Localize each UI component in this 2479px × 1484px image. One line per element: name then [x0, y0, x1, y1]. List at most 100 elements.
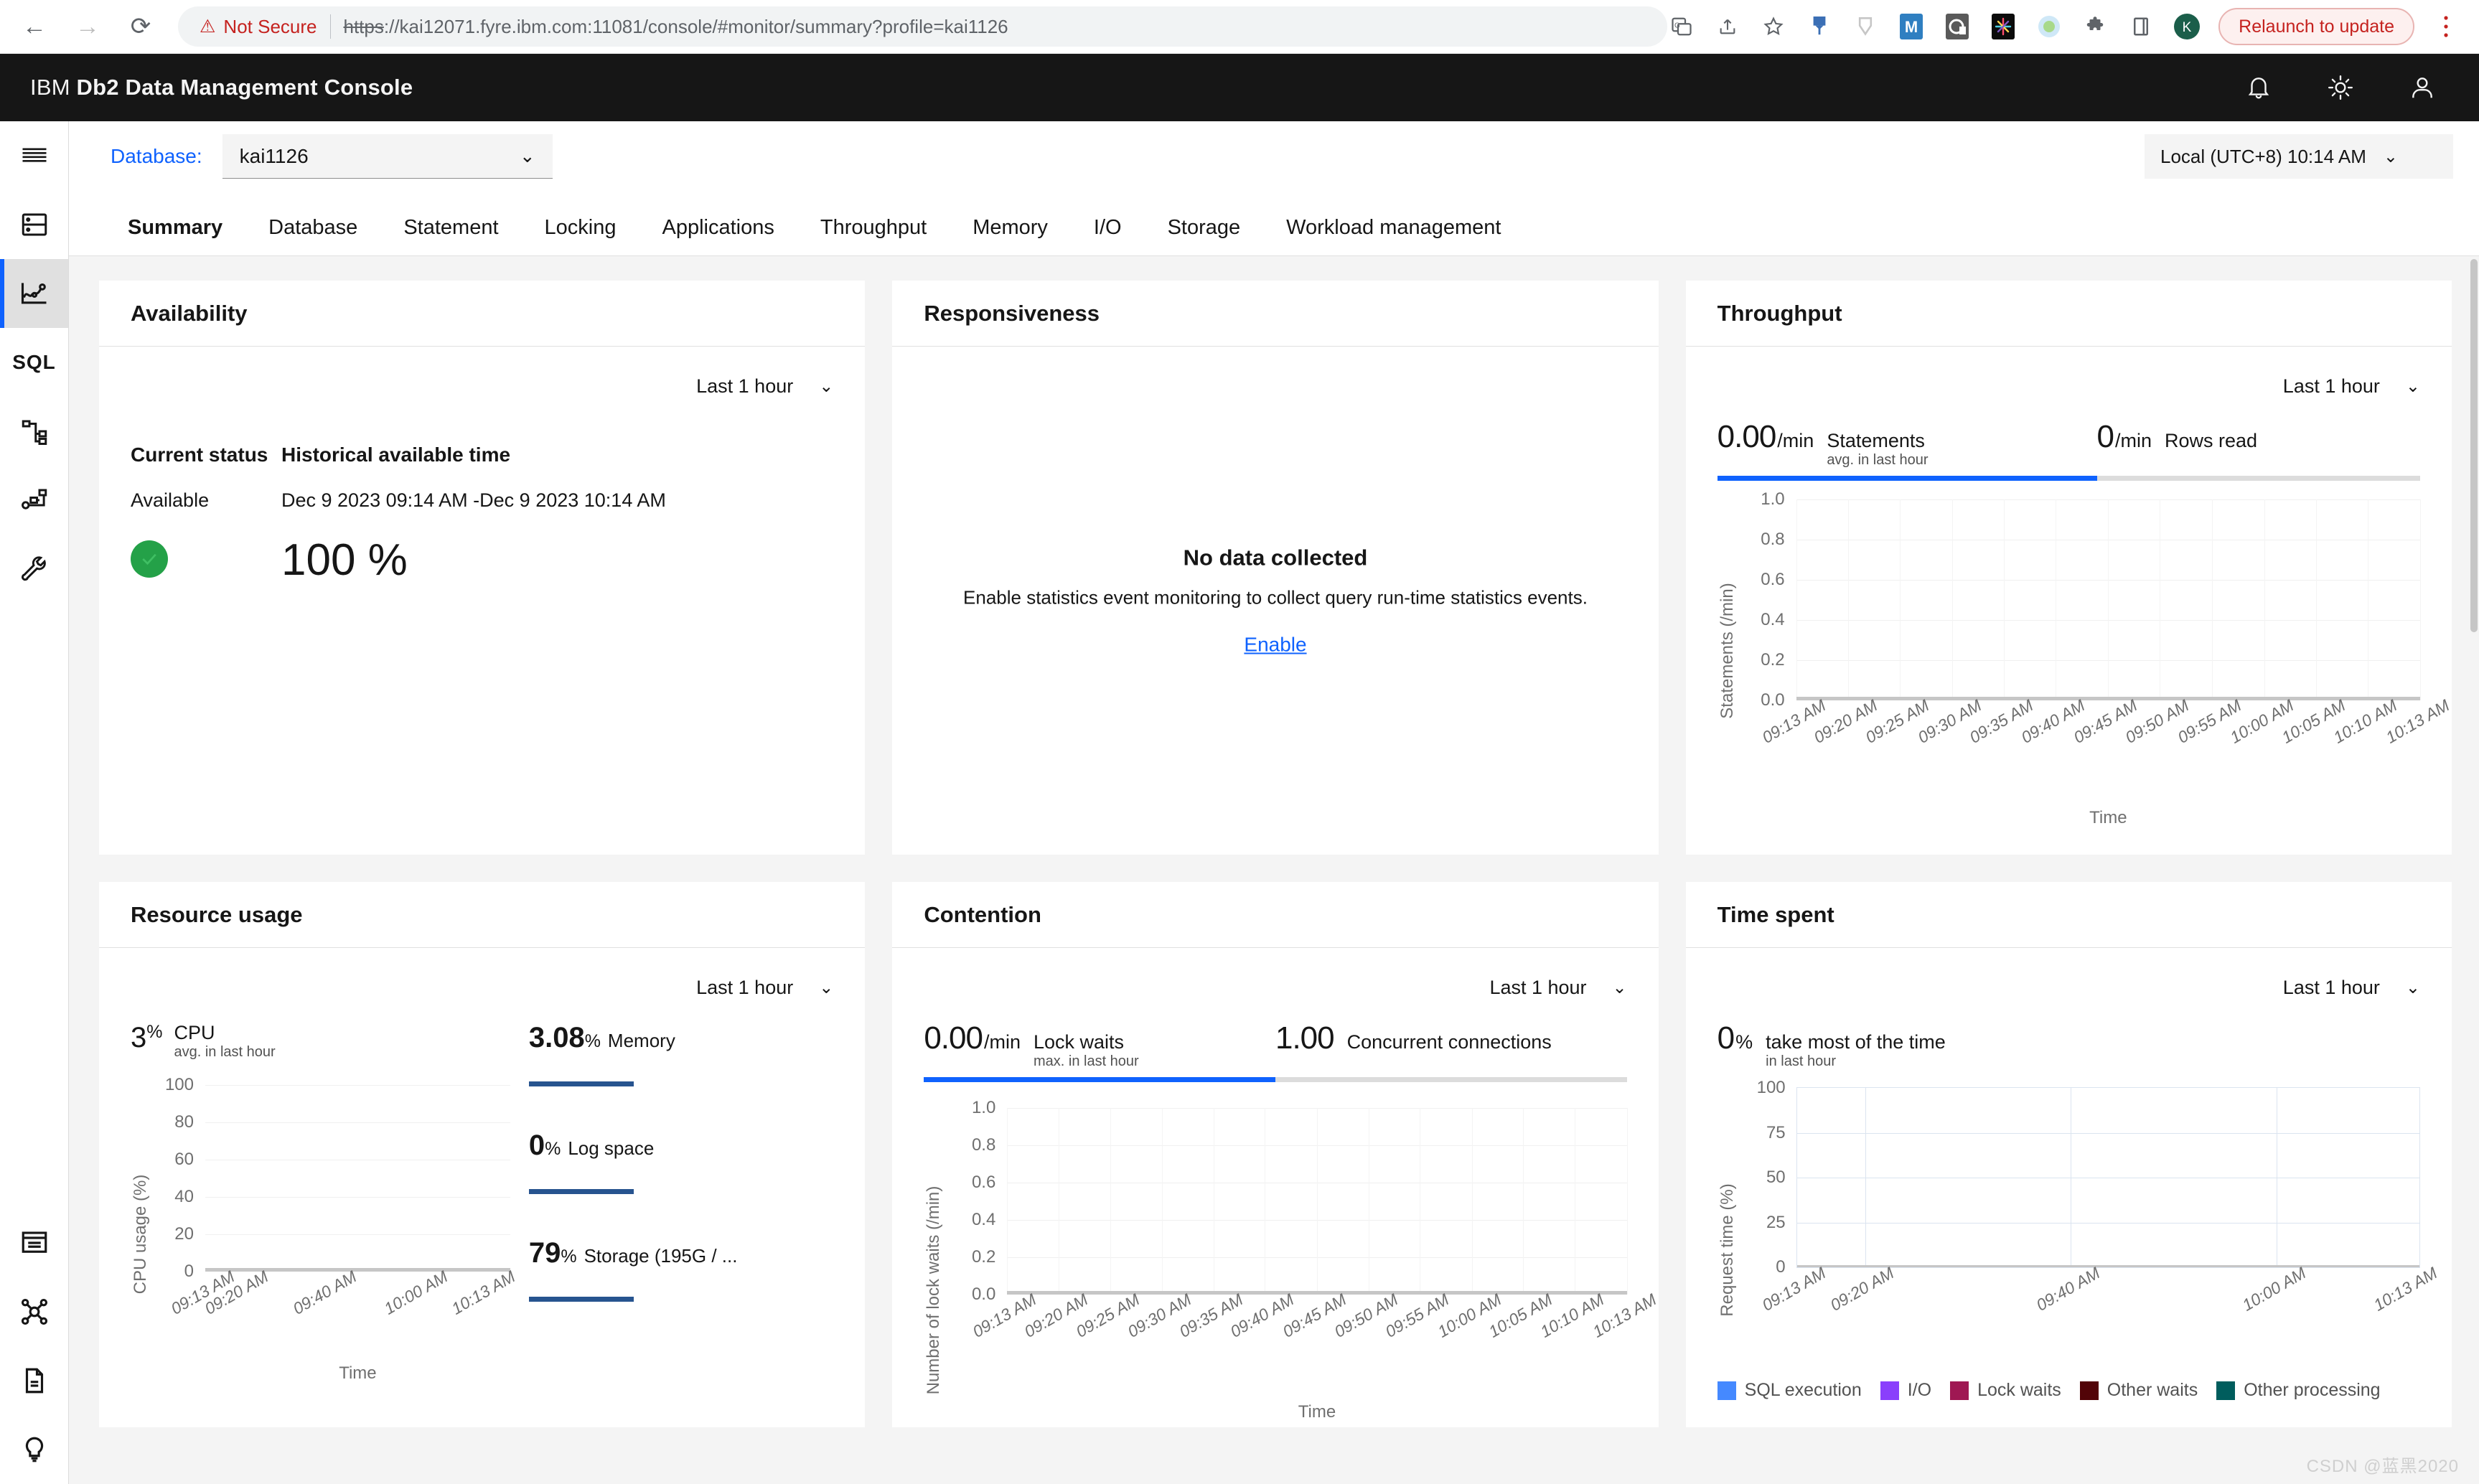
tab-locking[interactable]: Locking [522, 216, 639, 255]
back-arrow-icon[interactable]: ← [19, 11, 50, 42]
page-scrollbar[interactable] [2469, 256, 2479, 1484]
metric-unit: % [584, 1031, 601, 1051]
extension-pin-icon[interactable] [1805, 12, 1834, 41]
chart-plot-area: 100 75 50 25 0 [1757, 1078, 2420, 1277]
avatar[interactable]: K [2173, 12, 2201, 41]
kpi-time-spent: 0 % take most of the time in last hour [1718, 1020, 1946, 1070]
header-actions [2242, 71, 2449, 104]
sidebar-item-console[interactable] [0, 1208, 68, 1277]
time-range-select[interactable]: Last 1 hour ⌄ [1489, 977, 1626, 999]
app-brand[interactable]: IBM Db2 Data Management Console [30, 75, 413, 100]
address-bar[interactable]: ⚠ Not Secure https://kai12071.fyre.ibm.c… [178, 6, 1668, 47]
card-responsiveness: Responsiveness No data collected Enable … [892, 281, 1659, 855]
current-status-header: Current status [131, 443, 268, 466]
timezone-select[interactable]: Local (UTC+8) 10:14 AM ⌄ [2145, 134, 2453, 179]
tab-database[interactable]: Database [245, 216, 380, 255]
tab-label: Locking [544, 216, 617, 239]
bookmark-star-icon[interactable] [1759, 12, 1788, 41]
meter-fill [924, 1077, 1275, 1083]
contention-meter [924, 1077, 1627, 1083]
historical-time-column: Historical available time Dec 9 2023 09:… [281, 443, 833, 586]
extension-burst-icon[interactable] [1989, 12, 2018, 41]
tab-applications[interactable]: Applications [639, 216, 797, 255]
sidebar-item-monitor[interactable] [0, 259, 68, 328]
extension-m-icon[interactable]: M [1897, 12, 1926, 41]
legend-label: Other processing [2244, 1380, 2381, 1401]
kpi-label: take most of the time [1766, 1031, 1946, 1053]
card-body: Last 1 hour ⌄ 3 % CPU avg. in last hour … [99, 948, 865, 1427]
kpi-label: Lock waits [1033, 1031, 1125, 1053]
theme-brightness-icon[interactable] [2324, 71, 2357, 104]
card-body: Last 1 hour ⌄ 0.00 /min Statements avg. … [1686, 347, 2452, 855]
time-range-select[interactable]: Last 1 hour ⌄ [2283, 375, 2420, 398]
user-account-icon[interactable] [2406, 71, 2439, 104]
card-throughput: Throughput Last 1 hour ⌄ 0.00 /min State… [1685, 281, 2452, 855]
chart-x-axis-label: Time [339, 1363, 377, 1384]
legend-item[interactable]: Other processing [2216, 1380, 2381, 1401]
sidebar-item-settings[interactable] [0, 535, 68, 604]
time-range-select[interactable]: Last 1 hour ⌄ [696, 977, 833, 999]
extension-c-icon[interactable] [1943, 12, 1972, 41]
chart-x-ticks: 09:13 AM 09:20 AM 09:25 AM 09:30 AM 09:3… [970, 1290, 1659, 1402]
time-range-select[interactable]: Last 1 hour ⌄ [2283, 977, 2420, 999]
not-secure-warning-icon: ⚠ [200, 17, 216, 37]
metric-label: Log space [568, 1137, 655, 1159]
sidebar-item-connections[interactable] [0, 1277, 68, 1346]
sidebar-item-tips[interactable] [0, 1415, 68, 1484]
url-rest: ://kai12071.fyre.ibm.com:11081/console/#… [383, 15, 1008, 37]
y-tick: 0.8 [971, 1135, 996, 1155]
share-icon[interactable] [1713, 12, 1742, 41]
legend-item[interactable]: Lock waits [1950, 1380, 2061, 1401]
legend-swatch [1950, 1381, 1969, 1400]
empty-state-title: No data collected [1183, 545, 1368, 570]
puzzle-extensions-icon[interactable] [2081, 12, 2109, 41]
tab-throughput[interactable]: Throughput [797, 216, 950, 255]
kpi-unit: /min [983, 1031, 1021, 1053]
tab-statement[interactable]: Statement [380, 216, 521, 255]
time-range-value: Last 1 hour [1489, 977, 1587, 998]
kpi-unit: /min [2114, 430, 2152, 451]
sidebar-item-workload[interactable] [0, 466, 68, 535]
notification-bell-icon[interactable] [2242, 71, 2275, 104]
legend-item[interactable]: I/O [1880, 1380, 1931, 1401]
metric-bar [528, 1297, 634, 1302]
relaunch-to-update-button[interactable]: Relaunch to update [2218, 8, 2414, 45]
tab-summary[interactable]: Summary [111, 216, 245, 255]
tab-workload-management[interactable]: Workload management [1263, 216, 1524, 255]
scrollbar-thumb[interactable] [2470, 259, 2478, 632]
sidebar-item-database[interactable] [0, 190, 68, 259]
y-tick: 0.8 [1761, 530, 1785, 550]
range-row: Last 1 hour ⌄ [1718, 347, 2420, 398]
extension-shield-icon[interactable] [1851, 12, 1880, 41]
browser-menu-kebab-icon[interactable] [2432, 12, 2460, 41]
kpi-rows-read: 0 /min Rows read [2097, 419, 2420, 455]
translate-icon[interactable]: G [1667, 12, 1696, 41]
card-title: Throughput [1717, 300, 1842, 326]
side-panel-icon[interactable] [2127, 12, 2155, 41]
legend-item[interactable]: Other waits [2079, 1380, 2198, 1401]
legend-item[interactable]: SQL execution [1717, 1380, 1862, 1401]
sidebar-item-sql[interactable]: SQL [0, 328, 68, 397]
rail-spacer [0, 604, 68, 1208]
forward-arrow-icon[interactable]: → [72, 11, 103, 42]
chart-plot-area: 100 80 60 40 20 0 [165, 1075, 510, 1281]
extension-circle-icon[interactable] [2035, 12, 2063, 41]
tab-io[interactable]: I/O [1071, 216, 1145, 255]
resource-columns: 3 % CPU avg. in last hour CPU usage (%) [131, 999, 833, 1384]
kpi-sublabel: avg. in last hour [1827, 452, 1929, 469]
enable-link[interactable]: Enable [1244, 634, 1306, 657]
chart-x-axis-label: Time [2089, 808, 2127, 828]
reload-icon[interactable]: ⟳ [125, 11, 156, 42]
database-select[interactable]: kai1126 ⌄ [222, 134, 553, 179]
tab-memory[interactable]: Memory [950, 216, 1071, 255]
y-tick: 0.4 [971, 1210, 996, 1230]
time-range-select[interactable]: Last 1 hour ⌄ [696, 375, 833, 398]
sidebar-item-documentation[interactable] [0, 1346, 68, 1415]
tab-storage[interactable]: Storage [1145, 216, 1264, 255]
empty-state-subtitle: Enable statistics event monitoring to co… [963, 586, 1588, 609]
y-tick: 1.0 [971, 1098, 996, 1118]
menu-hamburger-icon[interactable] [0, 121, 68, 190]
metric-memory: 3.08 % Memory [528, 1022, 833, 1086]
sidebar-item-explain-plan[interactable] [0, 397, 68, 466]
chart-y-axis-label: Request time (%) [1717, 1183, 1737, 1318]
